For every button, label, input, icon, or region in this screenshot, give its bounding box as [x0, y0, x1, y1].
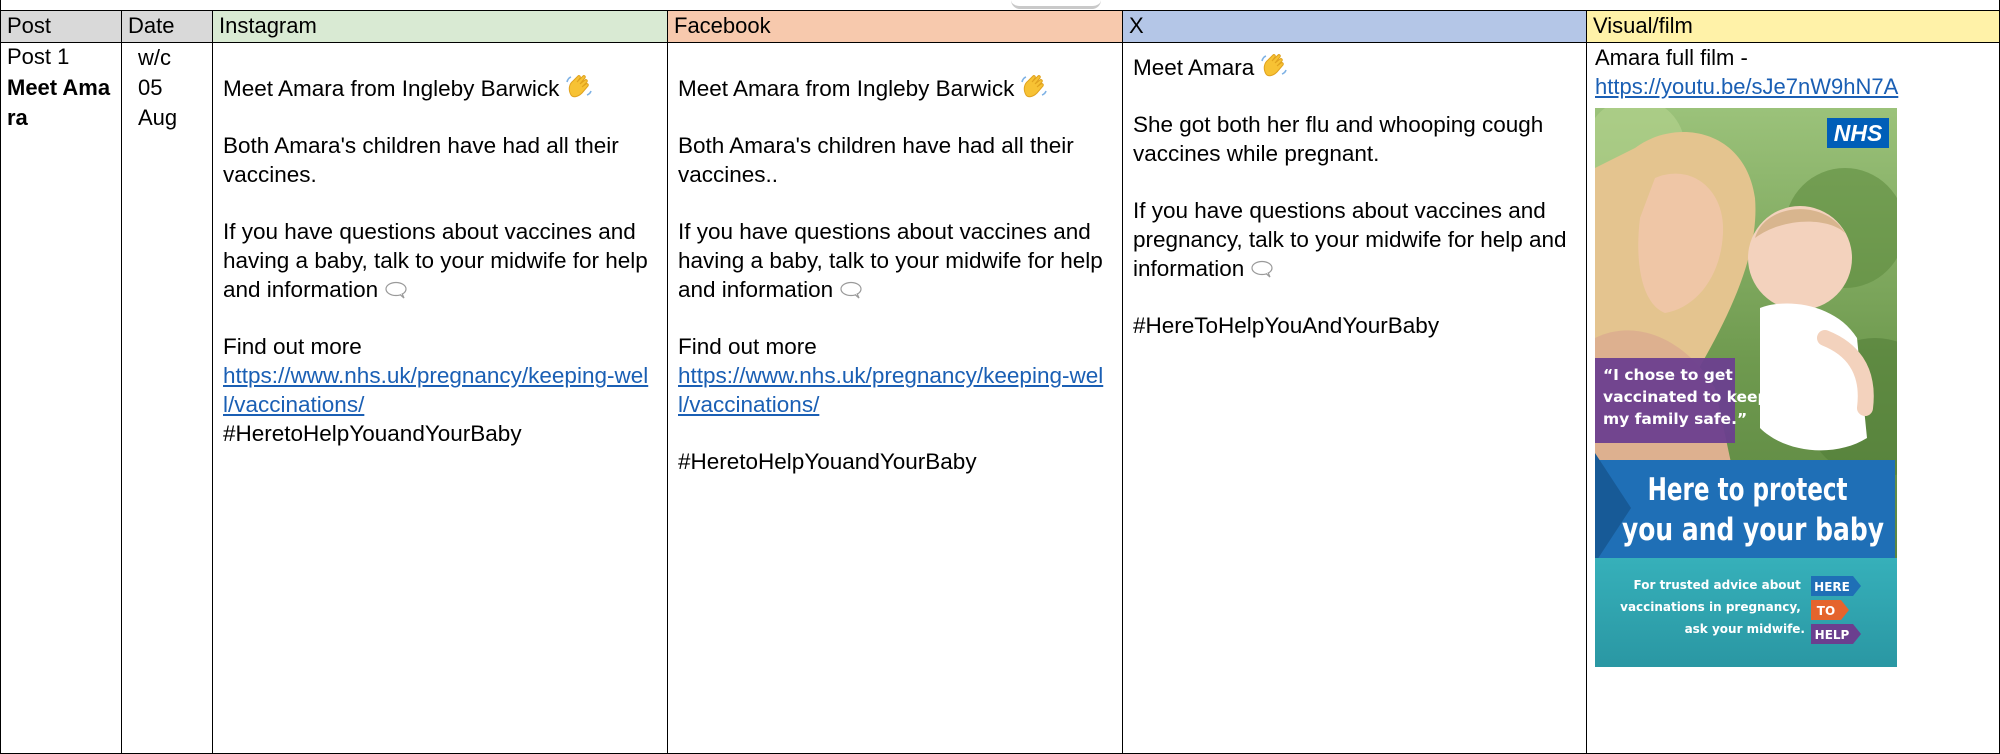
x-questions: If you have questions about vaccines and… [1133, 196, 1578, 283]
cell-facebook: Meet Amara from Ingleby Barwick Both Ama… [667, 42, 1123, 754]
header-facebook: Facebook [667, 10, 1123, 43]
svg-text:HERE: HERE [1814, 580, 1850, 594]
table-row: Post 1 Meet Amara w/c 05 Aug Meet Amara … [0, 42, 2000, 754]
facebook-intro: Meet Amara from Ingleby Barwick [678, 73, 1114, 103]
youtube-film-link[interactable]: https://youtu.be/sJe7nW9hN7A [1595, 74, 1898, 99]
facebook-questions-text: If you have questions about vaccines and… [678, 219, 1103, 302]
speech-bubble-icon [385, 281, 407, 299]
waving-hand-icon [1261, 54, 1288, 77]
post-title: Meet Amara [7, 75, 111, 130]
cell-date: w/c 05 Aug [121, 42, 213, 754]
facebook-hashtag: #HeretoHelpYouandYourBaby [678, 449, 977, 474]
header-x: X [1122, 10, 1587, 43]
facebook-nhs-link[interactable]: https://www.nhs.uk/pregnancy/keeping-wel… [678, 363, 1103, 417]
campaign-poster: NHS “I chose to get vaccinated to keep m… [1595, 108, 1897, 667]
facebook-questions: If you have questions about vaccines and… [678, 217, 1114, 304]
instagram-children-text: Both Amara's children have had all their… [223, 133, 619, 187]
speech-bubble-icon [840, 281, 862, 299]
instagram-nhs-link[interactable]: https://www.nhs.uk/pregnancy/keeping-wel… [223, 363, 648, 417]
instagram-intro: Meet Amara from Ingleby Barwick [223, 73, 659, 103]
cell-instagram: Meet Amara from Ingleby Barwick Both Ama… [212, 42, 668, 754]
x-intro-text: Meet Amara [1133, 55, 1255, 80]
cell-x: Meet Amara She got both her flu and whoo… [1122, 42, 1587, 754]
post-number: Post 1 [7, 44, 70, 69]
social-media-plan-table: Post Date Instagram Facebook X Visual/fi… [0, 10, 2000, 754]
visual-caption: Amara full film - [1595, 45, 1748, 70]
header-post: Post [0, 10, 122, 43]
waving-hand-icon [1021, 75, 1048, 98]
instagram-intro-text: Meet Amara from Ingleby Barwick [223, 76, 560, 101]
instagram-questions: If you have questions about vaccines and… [223, 217, 659, 304]
date-prefix: w/c [138, 45, 171, 70]
date-day: 05 [138, 75, 163, 100]
facebook-intro-text: Meet Amara from Ingleby Barwick [678, 76, 1015, 101]
top-strip [0, 0, 2000, 10]
svg-text:HELP: HELP [1815, 628, 1850, 642]
instagram-hashtag: #HeretoHelpYouandYourBaby [223, 421, 522, 446]
title-descender-fragment [1011, 0, 1101, 9]
speech-bubble-icon [1251, 260, 1273, 278]
waving-hand-icon [566, 75, 593, 98]
header-date: Date [121, 10, 213, 43]
header-row: Post Date Instagram Facebook X Visual/fi… [0, 10, 2000, 43]
x-vaccines-text: She got both her flu and whooping cough … [1133, 112, 1544, 166]
cell-visual-film: Amara full film - https://youtu.be/sJe7n… [1586, 42, 2000, 754]
svg-text:TO: TO [1817, 604, 1835, 618]
header-visual-film: Visual/film [1586, 10, 2000, 43]
x-intro: Meet Amara [1133, 52, 1578, 82]
instagram-find-out: Find out more [223, 334, 362, 359]
x-hashtag: #HereToHelpYouAndYourBaby [1133, 313, 1440, 338]
instagram-questions-text: If you have questions about vaccines and… [223, 219, 648, 302]
facebook-children-text: Both Amara's children have had all their… [678, 133, 1074, 187]
cell-post: Post 1 Meet Amara [0, 42, 122, 754]
date-month: Aug [138, 105, 178, 130]
document-page: Post Date Instagram Facebook X Visual/fi… [0, 0, 2000, 754]
poster-artwork: NHS “I chose to get vaccinated to keep m… [1595, 108, 1897, 667]
nhs-logo: NHS [1834, 120, 1883, 146]
facebook-find-out: Find out more [678, 334, 817, 359]
header-instagram: Instagram [212, 10, 668, 43]
x-questions-text: If you have questions about vaccines and… [1133, 198, 1567, 281]
